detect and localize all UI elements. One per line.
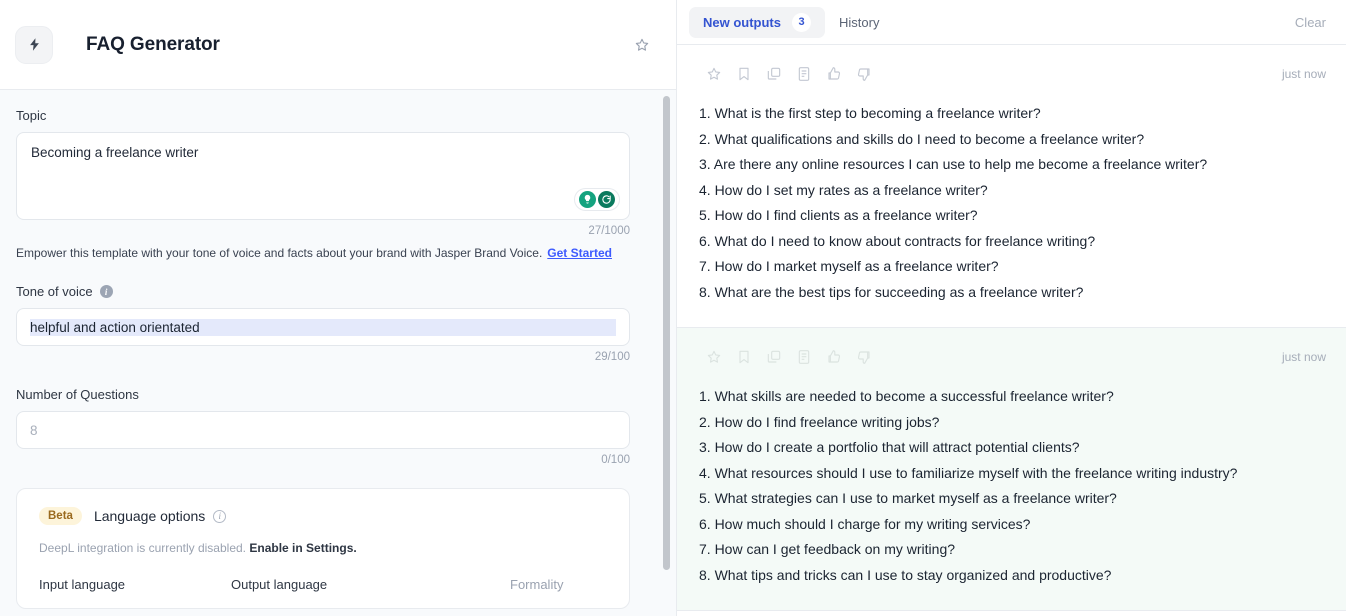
- list-item: 2. What qualifications and skills do I n…: [699, 130, 1145, 147]
- list-item: 4. How do I set my rates as a freelance …: [699, 181, 988, 198]
- topic-value: Becoming a freelance writer: [31, 145, 199, 160]
- info-icon[interactable]: i: [213, 509, 227, 523]
- topic-input[interactable]: Becoming a freelance writer: [16, 132, 630, 220]
- topic-label: Topic: [16, 108, 47, 123]
- bookmark-icon[interactable]: [729, 59, 759, 89]
- list-item: 1. What skills are needed to become a su…: [699, 388, 1114, 404]
- list-item: 7. How can I get feedback on my writing?: [699, 541, 956, 557]
- output-language-label: Output language: [231, 577, 328, 592]
- document-icon[interactable]: [789, 342, 819, 372]
- list-item: 7. How do I market myself as a freelance…: [699, 258, 999, 274]
- tone-of-voice-label: Tone of voice i: [16, 284, 630, 299]
- form-scrollbar[interactable]: [663, 96, 670, 570]
- app-root: FAQ Generator Topic Becoming a freelance…: [0, 0, 1346, 616]
- language-options-header: Beta Language options i: [39, 507, 607, 525]
- deepl-status-note: DeepL integration is currently disabled.…: [39, 541, 607, 555]
- output-timestamp: just now: [1281, 350, 1326, 364]
- list-item: 5. How do I find clients as a freelance …: [699, 207, 978, 223]
- list-item: 8. What tips and tricks can I use to sta…: [699, 566, 1112, 583]
- tone-of-voice-value: helpful and action orientated: [30, 318, 616, 336]
- grammarly-refresh-icon[interactable]: [598, 191, 615, 208]
- output-question-list: 1. What skills are needed to become a su…: [699, 384, 1326, 588]
- number-of-questions-placeholder: 8: [30, 422, 38, 438]
- output-timestamp: just now: [1281, 67, 1326, 81]
- output-question-list: 1. What is the first step to becoming a …: [699, 101, 1326, 305]
- tab-history[interactable]: History: [825, 9, 893, 36]
- info-icon[interactable]: i: [99, 285, 113, 298]
- language-options-card: Beta Language options i DeepL integratio…: [16, 488, 630, 609]
- new-outputs-count-badge: 3: [792, 12, 811, 32]
- outputs-tabs: New outputs 3 History Clear: [677, 0, 1346, 45]
- list-item: 3. Are there any online resources I can …: [699, 156, 1208, 172]
- list-item: 8. What are the best tips for succeeding…: [699, 283, 1084, 300]
- formality-label: Formality: [510, 577, 564, 592]
- output-card: just now 1. What skills are needed to be…: [677, 328, 1346, 611]
- deepl-disabled-text: DeepL integration is currently disabled.: [39, 541, 247, 555]
- number-of-questions-input[interactable]: 8: [16, 411, 630, 449]
- beta-badge: Beta: [39, 507, 82, 525]
- bookmark-icon[interactable]: [729, 342, 759, 372]
- form-scrollbar-thumb[interactable]: [663, 96, 670, 570]
- tone-of-voice-counter: 29/100: [594, 351, 630, 363]
- thumbs-down-icon[interactable]: [849, 342, 879, 372]
- list-item: 2. How do I find freelance writing jobs?: [699, 413, 940, 430]
- list-item: 6. How much should I charge for my writi…: [699, 515, 1031, 532]
- input-language-label: Input language: [39, 577, 126, 592]
- tab-history-label: History: [839, 14, 880, 30]
- list-item: 4. What resources should I use to famili…: [699, 464, 1238, 481]
- output-toolbar: just now: [699, 342, 1326, 372]
- brand-voice-note: Empower this template with your tone of …: [16, 246, 630, 260]
- lightbulb-icon[interactable]: [579, 191, 596, 208]
- language-columns: Input language Output language Formality: [39, 577, 607, 592]
- tone-of-voice-input[interactable]: helpful and action orientated: [16, 308, 630, 346]
- number-of-questions-label: Number of Questions: [16, 387, 139, 402]
- list-item: 6. What do I need to know about contract…: [699, 232, 1096, 249]
- list-item: 3. How do I create a portfolio that will…: [699, 439, 1080, 455]
- lightning-bolt-icon[interactable]: [15, 25, 53, 64]
- star-icon[interactable]: [699, 59, 729, 89]
- star-icon[interactable]: [699, 342, 729, 372]
- thumbs-up-icon[interactable]: [819, 59, 849, 89]
- enable-in-settings-link[interactable]: Enable in Settings.: [249, 541, 356, 555]
- output-card: just now 1. What is the first step to be…: [677, 45, 1346, 328]
- thumbs-down-icon[interactable]: [849, 59, 879, 89]
- thumbs-up-icon[interactable]: [819, 342, 849, 372]
- brand-voice-text: Empower this template with your tone of …: [16, 246, 543, 260]
- output-toolbar: just now: [699, 59, 1326, 89]
- tab-new-outputs-label: New outputs: [703, 14, 781, 30]
- document-icon[interactable]: [789, 59, 819, 89]
- page-title: FAQ Generator: [86, 33, 220, 55]
- panel-header: FAQ Generator: [0, 0, 676, 90]
- template-form-panel: FAQ Generator Topic Becoming a freelance…: [0, 0, 677, 616]
- copy-icon[interactable]: [759, 59, 789, 89]
- language-options-title: Language options i: [94, 508, 227, 524]
- grammarly-assist-widget[interactable]: [574, 188, 620, 211]
- favorite-star-icon[interactable]: [630, 33, 654, 57]
- outputs-panel: New outputs 3 History Clear just now 1. …: [677, 0, 1346, 616]
- topic-counter: 27/1000: [588, 225, 630, 237]
- tab-new-outputs[interactable]: New outputs 3: [689, 6, 825, 38]
- form-scroll-area: Topic Becoming a freelance writer 27/100…: [0, 90, 676, 616]
- copy-icon[interactable]: [759, 342, 789, 372]
- get-started-link[interactable]: Get Started: [547, 246, 612, 260]
- clear-outputs-button[interactable]: Clear: [1295, 15, 1326, 30]
- list-item: 1. What is the first step to becoming a …: [699, 105, 1041, 121]
- list-item: 5. What strategies can I use to market m…: [699, 490, 1117, 506]
- outputs-list: just now 1. What is the first step to be…: [677, 45, 1346, 616]
- number-of-questions-counter: 0/100: [601, 454, 630, 466]
